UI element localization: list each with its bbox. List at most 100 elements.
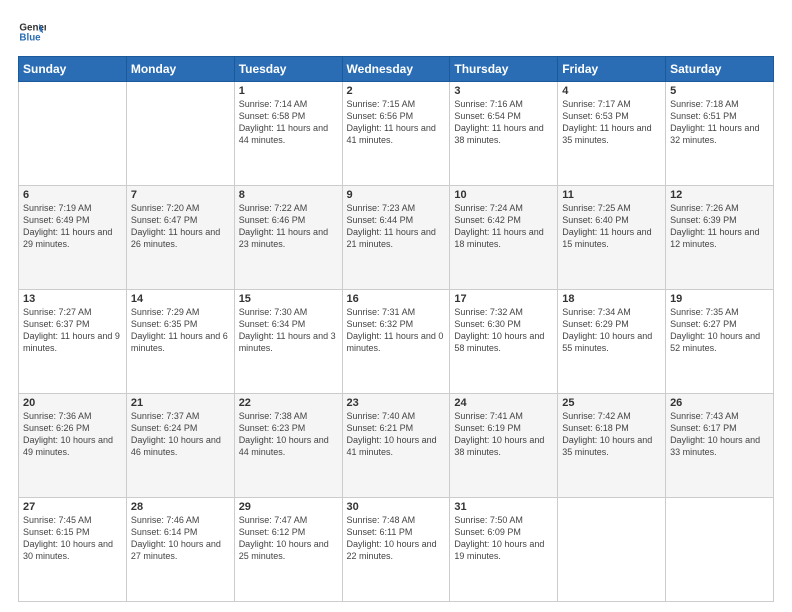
calendar-week-row: 20Sunrise: 7:36 AM Sunset: 6:26 PM Dayli… [19, 394, 774, 498]
day-info: Sunrise: 7:17 AM Sunset: 6:53 PM Dayligh… [562, 98, 661, 147]
calendar-table: SundayMondayTuesdayWednesdayThursdayFrid… [18, 56, 774, 602]
day-number: 21 [131, 397, 230, 409]
day-number: 9 [347, 189, 446, 201]
day-header-saturday: Saturday [666, 57, 774, 82]
day-info: Sunrise: 7:43 AM Sunset: 6:17 PM Dayligh… [670, 410, 769, 459]
day-info: Sunrise: 7:34 AM Sunset: 6:29 PM Dayligh… [562, 306, 661, 355]
day-number: 1 [239, 85, 338, 97]
day-info: Sunrise: 7:48 AM Sunset: 6:11 PM Dayligh… [347, 514, 446, 563]
calendar-cell: 9Sunrise: 7:23 AM Sunset: 6:44 PM Daylig… [342, 186, 450, 290]
day-info: Sunrise: 7:31 AM Sunset: 6:32 PM Dayligh… [347, 306, 446, 355]
day-number: 22 [239, 397, 338, 409]
day-number: 27 [23, 501, 122, 513]
day-number: 16 [347, 293, 446, 305]
day-number: 2 [347, 85, 446, 97]
day-header-tuesday: Tuesday [234, 57, 342, 82]
day-number: 7 [131, 189, 230, 201]
calendar-cell: 19Sunrise: 7:35 AM Sunset: 6:27 PM Dayli… [666, 290, 774, 394]
calendar-header-row: SundayMondayTuesdayWednesdayThursdayFrid… [19, 57, 774, 82]
calendar-cell: 16Sunrise: 7:31 AM Sunset: 6:32 PM Dayli… [342, 290, 450, 394]
day-number: 24 [454, 397, 553, 409]
calendar-week-row: 27Sunrise: 7:45 AM Sunset: 6:15 PM Dayli… [19, 498, 774, 602]
day-info: Sunrise: 7:50 AM Sunset: 6:09 PM Dayligh… [454, 514, 553, 563]
calendar-cell: 26Sunrise: 7:43 AM Sunset: 6:17 PM Dayli… [666, 394, 774, 498]
calendar-cell: 28Sunrise: 7:46 AM Sunset: 6:14 PM Dayli… [126, 498, 234, 602]
logo: General Blue [18, 18, 50, 46]
day-info: Sunrise: 7:47 AM Sunset: 6:12 PM Dayligh… [239, 514, 338, 563]
day-number: 8 [239, 189, 338, 201]
calendar-cell: 14Sunrise: 7:29 AM Sunset: 6:35 PM Dayli… [126, 290, 234, 394]
calendar-cell: 3Sunrise: 7:16 AM Sunset: 6:54 PM Daylig… [450, 82, 558, 186]
calendar-cell: 21Sunrise: 7:37 AM Sunset: 6:24 PM Dayli… [126, 394, 234, 498]
day-number: 20 [23, 397, 122, 409]
day-number: 5 [670, 85, 769, 97]
calendar-cell: 24Sunrise: 7:41 AM Sunset: 6:19 PM Dayli… [450, 394, 558, 498]
calendar-cell: 18Sunrise: 7:34 AM Sunset: 6:29 PM Dayli… [558, 290, 666, 394]
day-number: 25 [562, 397, 661, 409]
day-info: Sunrise: 7:27 AM Sunset: 6:37 PM Dayligh… [23, 306, 122, 355]
day-info: Sunrise: 7:15 AM Sunset: 6:56 PM Dayligh… [347, 98, 446, 147]
day-number: 13 [23, 293, 122, 305]
day-info: Sunrise: 7:46 AM Sunset: 6:14 PM Dayligh… [131, 514, 230, 563]
day-info: Sunrise: 7:32 AM Sunset: 6:30 PM Dayligh… [454, 306, 553, 355]
day-number: 30 [347, 501, 446, 513]
calendar-cell: 11Sunrise: 7:25 AM Sunset: 6:40 PM Dayli… [558, 186, 666, 290]
day-header-sunday: Sunday [19, 57, 127, 82]
day-number: 23 [347, 397, 446, 409]
day-number: 3 [454, 85, 553, 97]
day-info: Sunrise: 7:18 AM Sunset: 6:51 PM Dayligh… [670, 98, 769, 147]
day-info: Sunrise: 7:45 AM Sunset: 6:15 PM Dayligh… [23, 514, 122, 563]
day-number: 18 [562, 293, 661, 305]
calendar-cell [19, 82, 127, 186]
calendar-cell: 31Sunrise: 7:50 AM Sunset: 6:09 PM Dayli… [450, 498, 558, 602]
calendar-cell: 23Sunrise: 7:40 AM Sunset: 6:21 PM Dayli… [342, 394, 450, 498]
day-info: Sunrise: 7:40 AM Sunset: 6:21 PM Dayligh… [347, 410, 446, 459]
day-number: 6 [23, 189, 122, 201]
calendar-week-row: 6Sunrise: 7:19 AM Sunset: 6:49 PM Daylig… [19, 186, 774, 290]
calendar-cell: 7Sunrise: 7:20 AM Sunset: 6:47 PM Daylig… [126, 186, 234, 290]
day-info: Sunrise: 7:19 AM Sunset: 6:49 PM Dayligh… [23, 202, 122, 251]
calendar-cell: 6Sunrise: 7:19 AM Sunset: 6:49 PM Daylig… [19, 186, 127, 290]
calendar-week-row: 1Sunrise: 7:14 AM Sunset: 6:58 PM Daylig… [19, 82, 774, 186]
day-number: 17 [454, 293, 553, 305]
calendar-cell: 5Sunrise: 7:18 AM Sunset: 6:51 PM Daylig… [666, 82, 774, 186]
day-info: Sunrise: 7:29 AM Sunset: 6:35 PM Dayligh… [131, 306, 230, 355]
calendar-cell: 25Sunrise: 7:42 AM Sunset: 6:18 PM Dayli… [558, 394, 666, 498]
calendar-cell: 10Sunrise: 7:24 AM Sunset: 6:42 PM Dayli… [450, 186, 558, 290]
day-info: Sunrise: 7:20 AM Sunset: 6:47 PM Dayligh… [131, 202, 230, 251]
day-header-wednesday: Wednesday [342, 57, 450, 82]
day-info: Sunrise: 7:38 AM Sunset: 6:23 PM Dayligh… [239, 410, 338, 459]
day-info: Sunrise: 7:24 AM Sunset: 6:42 PM Dayligh… [454, 202, 553, 251]
calendar-cell [126, 82, 234, 186]
calendar-cell [666, 498, 774, 602]
day-info: Sunrise: 7:41 AM Sunset: 6:19 PM Dayligh… [454, 410, 553, 459]
day-number: 28 [131, 501, 230, 513]
day-info: Sunrise: 7:26 AM Sunset: 6:39 PM Dayligh… [670, 202, 769, 251]
day-info: Sunrise: 7:14 AM Sunset: 6:58 PM Dayligh… [239, 98, 338, 147]
day-header-monday: Monday [126, 57, 234, 82]
day-number: 11 [562, 189, 661, 201]
calendar-cell: 15Sunrise: 7:30 AM Sunset: 6:34 PM Dayli… [234, 290, 342, 394]
day-number: 4 [562, 85, 661, 97]
calendar-cell: 27Sunrise: 7:45 AM Sunset: 6:15 PM Dayli… [19, 498, 127, 602]
day-number: 15 [239, 293, 338, 305]
day-info: Sunrise: 7:37 AM Sunset: 6:24 PM Dayligh… [131, 410, 230, 459]
page-header: General Blue [18, 18, 774, 46]
calendar-cell: 20Sunrise: 7:36 AM Sunset: 6:26 PM Dayli… [19, 394, 127, 498]
calendar-cell: 17Sunrise: 7:32 AM Sunset: 6:30 PM Dayli… [450, 290, 558, 394]
logo-icon: General Blue [18, 18, 46, 46]
calendar-cell: 22Sunrise: 7:38 AM Sunset: 6:23 PM Dayli… [234, 394, 342, 498]
day-number: 19 [670, 293, 769, 305]
calendar-cell [558, 498, 666, 602]
calendar-cell: 1Sunrise: 7:14 AM Sunset: 6:58 PM Daylig… [234, 82, 342, 186]
day-info: Sunrise: 7:23 AM Sunset: 6:44 PM Dayligh… [347, 202, 446, 251]
calendar-cell: 29Sunrise: 7:47 AM Sunset: 6:12 PM Dayli… [234, 498, 342, 602]
calendar-cell: 8Sunrise: 7:22 AM Sunset: 6:46 PM Daylig… [234, 186, 342, 290]
day-header-thursday: Thursday [450, 57, 558, 82]
day-info: Sunrise: 7:16 AM Sunset: 6:54 PM Dayligh… [454, 98, 553, 147]
day-number: 31 [454, 501, 553, 513]
day-info: Sunrise: 7:22 AM Sunset: 6:46 PM Dayligh… [239, 202, 338, 251]
day-number: 10 [454, 189, 553, 201]
day-info: Sunrise: 7:30 AM Sunset: 6:34 PM Dayligh… [239, 306, 338, 355]
day-header-friday: Friday [558, 57, 666, 82]
